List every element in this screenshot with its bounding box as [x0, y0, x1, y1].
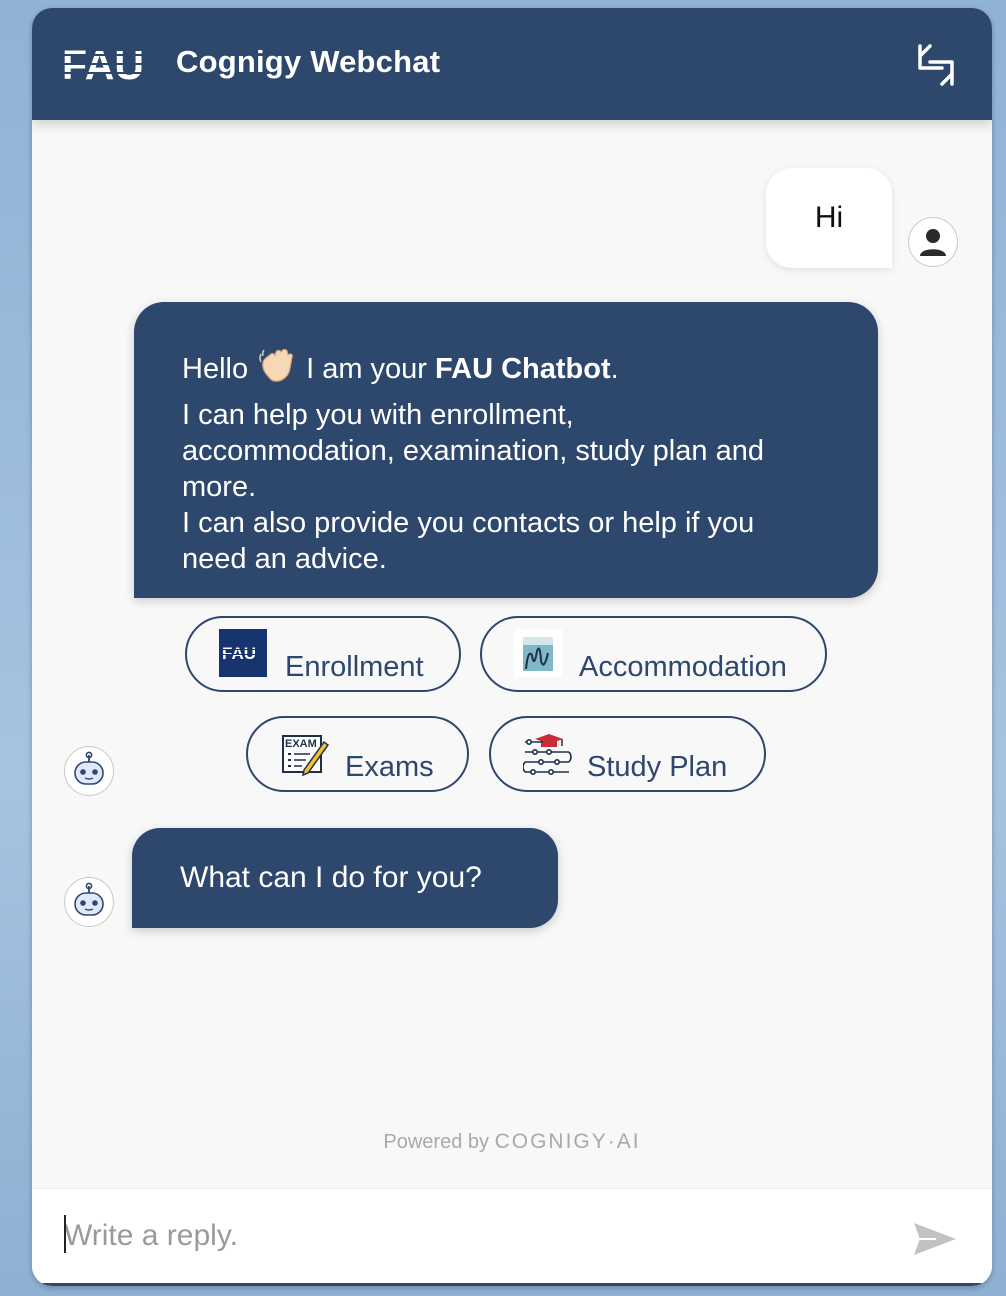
accommodation-icon — [514, 629, 562, 685]
collapse-icon — [918, 44, 954, 86]
svg-text:FAU: FAU — [222, 644, 256, 663]
chat-title: Cognigy Webchat — [176, 44, 441, 79]
fau-logo-text: FAU — [62, 46, 144, 82]
intro-line-4: more. — [182, 471, 257, 503]
quick-reply-label: Study Plan — [587, 751, 728, 783]
powered-by-text: Powered by — [383, 1131, 490, 1153]
robot-icon — [74, 751, 104, 785]
quick-reply-enrollment[interactable]: FAU Enrollment — [185, 616, 461, 692]
reply-bar — [32, 1188, 992, 1286]
user-message-bubble: Hi — [766, 168, 892, 268]
bot-question-text: What can I do for you? — [180, 861, 482, 894]
cognigy-brand: COGNIGY·AI — [494, 1130, 641, 1153]
bot-name-text: FAU Chatbot — [435, 353, 611, 385]
fau-logo: FAU — [62, 42, 144, 88]
hello-text: Hello — [182, 353, 249, 385]
webchat-window: FAU Cognigy Webchat Hi Hello I am your F… — [32, 8, 992, 1286]
bot-question-bubble: What can I do for you? — [132, 828, 558, 928]
send-button[interactable] — [910, 1219, 960, 1259]
study-plan-icon — [522, 730, 573, 786]
waving-hand-icon — [258, 346, 298, 393]
send-icon — [914, 1223, 956, 1255]
quick-reply-label: Enrollment — [285, 651, 424, 683]
quick-reply-exams[interactable]: EXAM Exams — [246, 716, 469, 792]
user-icon — [920, 229, 946, 256]
chat-header: FAU Cognigy Webchat — [32, 8, 992, 120]
intro-line-2: I can help you with enrollment, — [182, 399, 574, 431]
quick-reply-accommodation[interactable]: Accommodation — [480, 616, 827, 692]
collapse-button[interactable] — [912, 42, 960, 88]
fau-logo-icon: FAU — [219, 629, 267, 685]
period-text: . — [610, 353, 619, 385]
text-caret — [64, 1215, 66, 1253]
bot-intro-bubble: Hello I am your FAU Chatbot. I can help … — [134, 302, 878, 598]
intro-line-5: I can also provide you contacts or help … — [182, 507, 755, 539]
exam-icon: EXAM — [280, 730, 330, 786]
svg-text:EXAM: EXAM — [285, 738, 317, 750]
powered-by-footer: Powered by COGNIGY·AI — [32, 1130, 992, 1154]
user-message-text: Hi — [814, 201, 844, 234]
quick-reply-label: Exams — [345, 751, 434, 783]
robot-icon — [74, 882, 104, 916]
reply-input[interactable] — [64, 1211, 884, 1261]
user-avatar — [908, 217, 958, 267]
bot-avatar — [64, 877, 114, 927]
quick-reply-study-plan[interactable]: Study Plan — [489, 716, 766, 792]
i-am-your-text: I am your — [306, 353, 427, 385]
intro-line-3: accommodation, examination, study plan a… — [182, 435, 764, 467]
bot-avatar — [64, 746, 114, 796]
quick-reply-label: Accommodation — [579, 651, 787, 683]
intro-line-6: need an advice. — [182, 543, 387, 575]
